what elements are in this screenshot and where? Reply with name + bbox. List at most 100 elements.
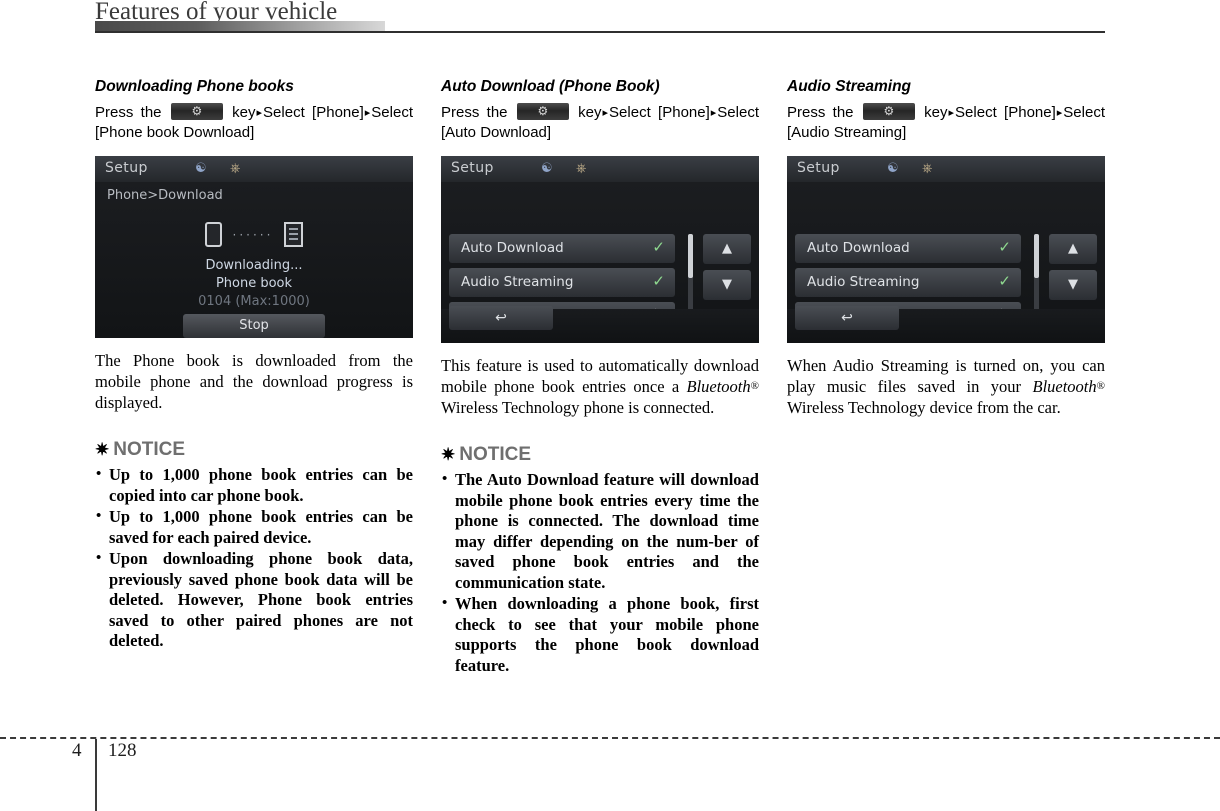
bluetooth-wordmark: Bluetooth [1032,377,1097,396]
screen-statusbar: Setup ☯ ⎈ [787,156,1105,182]
scrollbar-thumb[interactable] [1034,234,1039,278]
list-item-label: Audio Streaming [807,274,920,290]
instruction-press: Press the [441,104,508,121]
instruction-text: Press the key▸Select [Phone]▸Select [Aut… [441,102,759,142]
download-target-line: Phone book [215,276,293,291]
screen-title: Setup [451,160,494,176]
body-text-post: Wireless Technology phone is connected. [441,398,715,417]
screen-content: Auto Download ✓ Audio Streaming ✓ Outgoi… [787,182,1105,343]
check-icon: ✓ [652,238,665,256]
instruction-text: Press the key▸Select [Phone]▸Select [Pho… [95,102,413,142]
scroll-down-button[interactable]: ▼ [1049,270,1097,300]
list-item[interactable]: Auto Download ✓ [795,234,1021,263]
footer-vertical-rule [95,739,97,811]
screen-statusbar: Setup ☯ ⎈ [441,156,759,182]
check-icon: ✓ [998,272,1011,290]
notice-label: NOTICE [459,444,532,465]
list-item-label: Auto Download [461,240,564,256]
back-button[interactable]: ↩ [795,306,899,330]
document-icon [283,222,303,247]
notice-heading: ✷ NOTICE [95,439,413,461]
scroll-up-button[interactable]: ▲ [1049,234,1097,264]
scroll-down-button[interactable]: ▼ [703,270,751,300]
list-item-label: Audio Streaming [461,274,574,290]
instruction-press: Press the [95,104,162,121]
setup-key-icon [170,102,223,121]
screen-content: Phone>Download ······ Downloading... Pho… [95,182,413,338]
scrollbar[interactable] [1034,234,1039,312]
screenshot-phone-setup-list: Setup ☯ ⎈ Phone 2/3 Auto Download ✓ Audi… [441,156,759,343]
list-item: Up to 1,000 phone book entries can be sa… [95,506,413,548]
instruction-select-1: Select [Phone] [263,104,364,121]
list-item[interactable]: Auto Download ✓ [449,234,675,263]
asterisk-icon: ✷ [95,440,110,459]
list-item: When downloading a phone book, first che… [441,593,759,676]
screenshot-phone-setup-list: Setup ☯ ⎈ Phone 2/3 Auto Download ✓ Audi… [787,156,1105,343]
bluetooth-icon: ☯ [887,161,899,176]
header-gradient-bar [95,21,385,31]
section-title: Audio Streaming [787,78,912,95]
list-item[interactable]: Audio Streaming ✓ [449,268,675,297]
check-icon: ✓ [652,272,665,290]
body-text: This feature is used to automatically do… [441,355,759,418]
setup-key-icon [516,102,569,121]
download-count-line: 0104 (Max:1000) [198,294,310,309]
list-item: The Auto Download feature will download … [441,469,759,593]
stop-button[interactable]: Stop [183,314,325,338]
body-text: When Audio Streaming is turned on, you c… [787,355,1105,418]
column-audio-streaming: Audio Streaming Press the key▸Select [Ph… [787,78,1105,418]
instruction-key-word: key [924,104,948,121]
screen-title: Setup [105,160,148,176]
screen-title: Setup [797,160,840,176]
column-downloading-phone-books: Downloading Phone books Press the key▸Se… [95,78,413,653]
usb-icon: ⎈ [576,161,587,176]
registered-mark: ® [1096,380,1105,392]
back-button[interactable]: ↩ [449,306,553,330]
setup-key-icon [862,102,915,121]
phone-icon [205,222,223,247]
instruction-select-1: Select [Phone] [609,104,710,121]
page-number: 128 [108,740,137,761]
asterisk-icon: ✷ [441,445,456,464]
download-status-line: Downloading... [205,258,303,273]
registered-mark: ® [750,380,759,392]
screen-statusbar: Setup ☯ ⎈ [95,156,413,182]
arrow-icon: ▸ [602,107,609,119]
column-auto-download: Auto Download (Phone Book) Press the key… [441,78,759,677]
usb-icon: ⎈ [230,161,241,176]
list-item: Up to 1,000 phone book entries can be co… [95,464,413,506]
header-rule [95,31,1105,33]
check-icon: ✓ [998,238,1011,256]
screenshot-download-progress: Setup ☯ ⎈ Phone>Download ······ Download… [95,156,413,338]
notice-label: NOTICE [113,439,186,460]
scroll-up-button[interactable]: ▲ [703,234,751,264]
list-item: Upon downloading phone book data, previo… [95,548,413,652]
bluetooth-wordmark: Bluetooth [686,377,751,396]
bluetooth-icon: ☯ [195,161,207,176]
transfer-dots-icon: ······ [232,227,274,242]
chapter-number: 4 [72,740,82,761]
footer-divider [0,737,1220,739]
notice-list: The Auto Download feature will download … [441,469,759,676]
section-title: Auto Download (Phone Book) [441,78,660,95]
arrow-icon: ▸ [256,107,263,119]
transfer-illustration: ······ [95,222,413,247]
scrollbar[interactable] [688,234,693,312]
screen-breadcrumb: Phone>Download [107,188,223,203]
instruction-select-1: Select [Phone] [955,104,1056,121]
page-header: Features of your vehicle [0,0,1220,34]
instruction-text: Press the key▸Select [Phone]▸Select [Aud… [787,102,1105,142]
arrow-icon: ▸ [948,107,955,119]
scrollbar-thumb[interactable] [688,234,693,278]
notice-heading: ✷ NOTICE [441,444,759,466]
list-item[interactable]: Audio Streaming ✓ [795,268,1021,297]
section-title: Downloading Phone books [95,78,294,95]
body-text-post: Wireless Technology device from the car. [787,398,1061,417]
instruction-key-word: key [232,104,256,121]
body-text: The Phone book is downloaded from the mo… [95,351,413,412]
screen-content: Auto Download ✓ Audio Streaming ✓ Outgoi… [441,182,759,343]
usb-icon: ⎈ [922,161,933,176]
notice-list: Up to 1,000 phone book entries can be co… [95,464,413,652]
instruction-key-word: key [578,104,602,121]
bluetooth-icon: ☯ [541,161,553,176]
